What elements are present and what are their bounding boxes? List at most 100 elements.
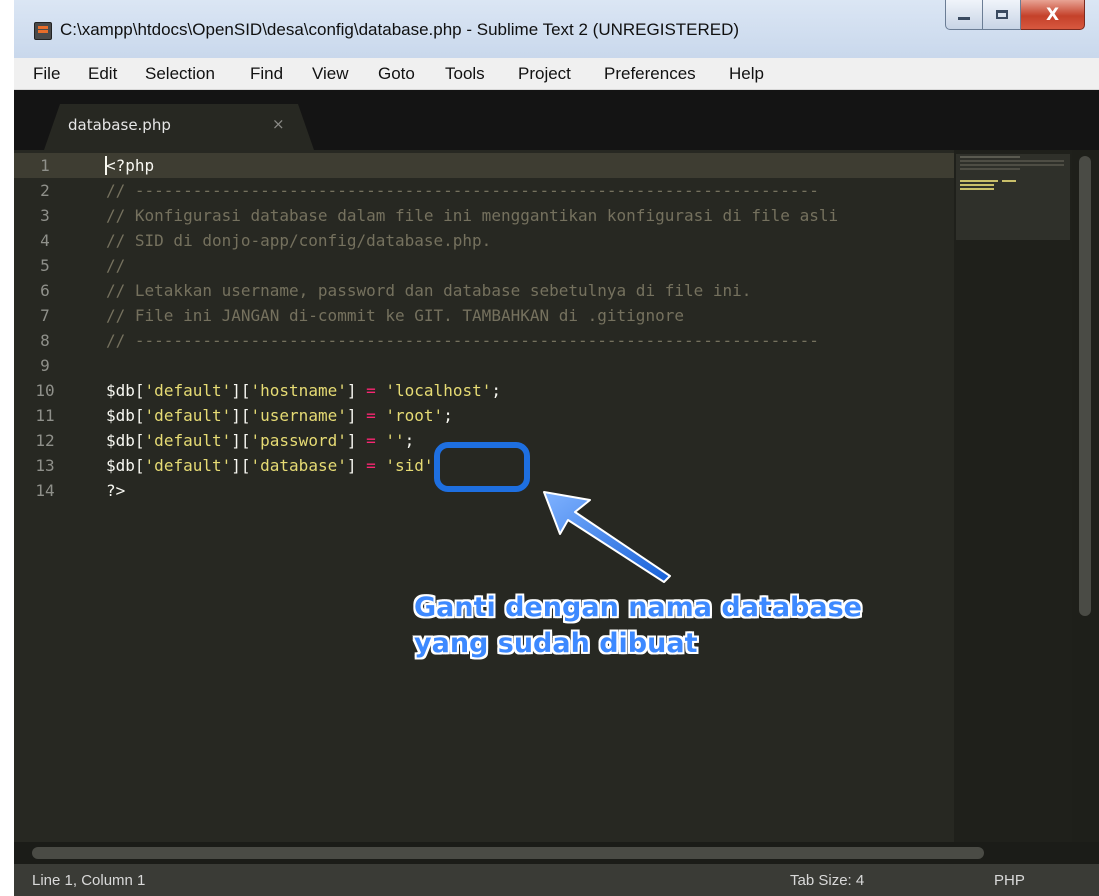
line-number: 8 [40,331,50,350]
code-token: ] [346,406,367,425]
window-controls: X [945,0,1085,30]
tab-label: database.php [68,116,171,134]
menu-find[interactable]: Find [250,64,283,84]
code-text: $db['default']['password'] = ''; [106,428,414,453]
close-icon: X [1045,4,1060,25]
window-title: C:\xampp\htdocs\OpenSID\desa\config\data… [60,20,740,39]
code-line[interactable]: 6 // Letakkan username, password dan data… [14,278,954,303]
annotation-text: Ganti dengan nama database yang sudah di… [414,590,862,662]
close-button[interactable]: X [1021,0,1085,30]
code-token: ][ [231,381,251,400]
code-token: ; [404,431,415,450]
maximize-button[interactable] [983,0,1021,30]
line-number: 3 [40,206,50,225]
minimap-line [1002,180,1016,182]
tab-database-php[interactable]: database.php × [44,104,314,150]
line-number: 9 [40,356,50,375]
menu-file[interactable]: File [33,64,60,84]
code-editor[interactable]: 1 <?php 2 // ------------------------------… [14,150,954,842]
minimap-line [960,168,1020,170]
code-line[interactable]: 9 [14,353,954,378]
code-token: 'sid' [385,456,434,475]
code-token: // SID di donjo-app/config/database.php. [106,231,492,250]
menu-project[interactable]: Project [518,64,571,84]
code-token: '' [385,431,405,450]
sublime-app-icon[interactable] [34,22,52,40]
line-number: 12 [35,431,55,450]
code-token: 'password' [250,431,347,450]
code-token: // [106,256,126,275]
code-line[interactable]: 5 // [14,253,954,278]
code-text: $db['default']['username'] = 'root'; [106,403,453,428]
maximize-icon [995,10,1008,19]
menu-edit[interactable]: Edit [88,64,117,84]
minimap-line [960,156,1020,158]
code-token: // File ini JANGAN di-commit ke GIT. TAM… [106,306,684,325]
code-token: $db [106,381,135,400]
code-token: ?> [106,481,126,500]
app-window: C:\xampp\htdocs\OpenSID\desa\config\data… [14,0,1099,896]
code-line[interactable]: 1 <?php [14,153,954,178]
annotation-line-1: Ganti dengan nama database [414,592,862,623]
code-line[interactable]: 4 // SID di donjo-app/config/database.php… [14,228,954,253]
syntax-indicator[interactable]: PHP [994,872,1025,889]
vertical-scroll-thumb[interactable] [1079,156,1091,616]
status-bar: Line 1, Column 1 Tab Size: 4 PHP [14,864,1099,896]
code-token: // -------------------------------------… [106,181,819,200]
tab-size-indicator[interactable]: Tab Size: 4 [790,872,864,889]
minimap[interactable] [954,150,1072,842]
menu-tools[interactable]: Tools [445,64,485,84]
code-text: // -------------------------------------… [106,328,819,353]
code-token: = [366,431,376,450]
minimize-button[interactable] [945,0,983,30]
menu-help[interactable]: Help [729,64,764,84]
minimap-line [960,164,1064,166]
code-line[interactable]: 10 $db['default']['hostname'] = 'localhos… [14,378,954,403]
menu-goto[interactable]: Goto [378,64,415,84]
code-token: $db [106,456,135,475]
code-token: $db [106,406,135,425]
annotation-line-2: yang sudah dibuat [414,628,698,659]
code-token: ; [443,406,453,425]
code-line[interactable]: 11 $db['default']['username'] = 'root'; [14,403,954,428]
title-bar[interactable]: C:\xampp\htdocs\OpenSID\desa\config\data… [14,0,1099,58]
code-token: // Letakkan username, password dan datab… [106,281,752,300]
code-token: 'default' [144,381,232,400]
line-number: 1 [40,156,50,175]
code-text: // File ini JANGAN di-commit ke GIT. TAM… [106,303,684,328]
line-number: 5 [40,256,50,275]
code-token: [ [134,381,145,400]
line-number: 11 [35,406,55,425]
menu-bar: File Edit Selection Find View Goto Tools… [14,58,1099,90]
line-number: 10 [35,381,55,400]
minimap-viewport[interactable] [956,154,1070,240]
line-number: 14 [35,481,55,500]
code-token: ] [346,381,367,400]
code-text: $db['default']['hostname'] = 'localhost'… [106,378,501,403]
line-number: 2 [40,181,50,200]
code-text: // -------------------------------------… [106,178,819,203]
code-line[interactable]: 3 // Konfigurasi database dalam file ini … [14,203,954,228]
code-line[interactable]: 2 // ------------------------------------… [14,178,954,203]
code-token: [ [134,406,145,425]
menu-view[interactable]: View [312,64,349,84]
code-token: ] [346,456,367,475]
code-token: 'username' [250,406,347,425]
code-text: $db['default']['database'] = 'sid'; [106,453,443,478]
code-token: 'default' [144,456,232,475]
minimap-line [960,160,1064,162]
code-token: 'database' [250,456,347,475]
code-line[interactable]: 8 // ------------------------------------… [14,328,954,353]
vertical-scrollbar[interactable] [1072,150,1099,842]
menu-preferences[interactable]: Preferences [604,64,696,84]
minimap-line [960,188,994,190]
code-token: [ [134,456,145,475]
menu-selection[interactable]: Selection [145,64,215,84]
horizontal-scrollbar[interactable] [14,842,1099,864]
tab-close-icon[interactable]: × [272,115,285,133]
horizontal-scroll-thumb[interactable] [32,847,984,859]
code-line[interactable]: 7 // File ini JANGAN di-commit ke GIT. TA… [14,303,954,328]
code-token: // Konfigurasi database dalam file ini m… [106,206,839,225]
